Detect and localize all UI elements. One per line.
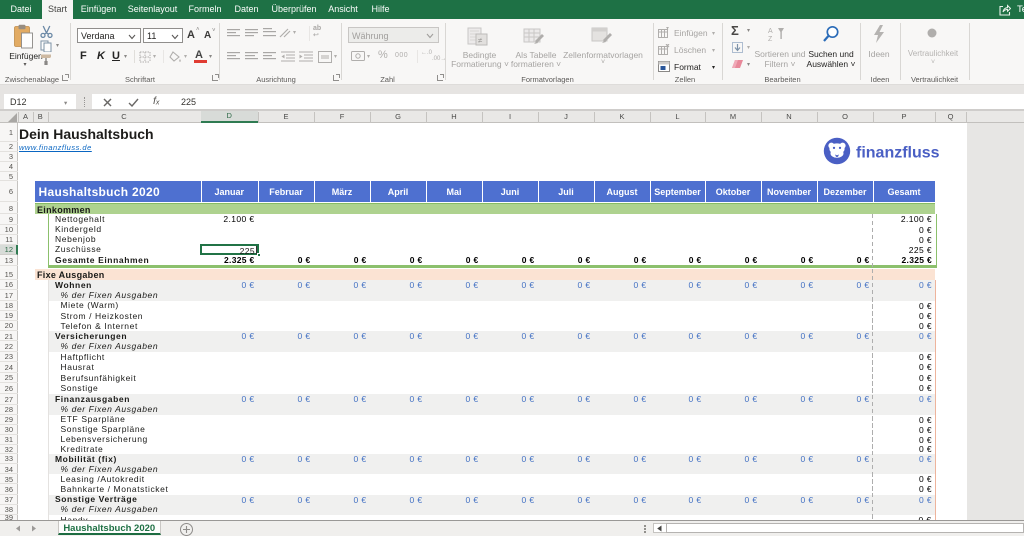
svg-text:A: A <box>768 28 773 35</box>
svg-text:Z: Z <box>768 36 773 42</box>
svg-text:≠: ≠ <box>478 36 483 45</box>
svg-text:finanzfluss: finanzfluss <box>856 145 940 162</box>
